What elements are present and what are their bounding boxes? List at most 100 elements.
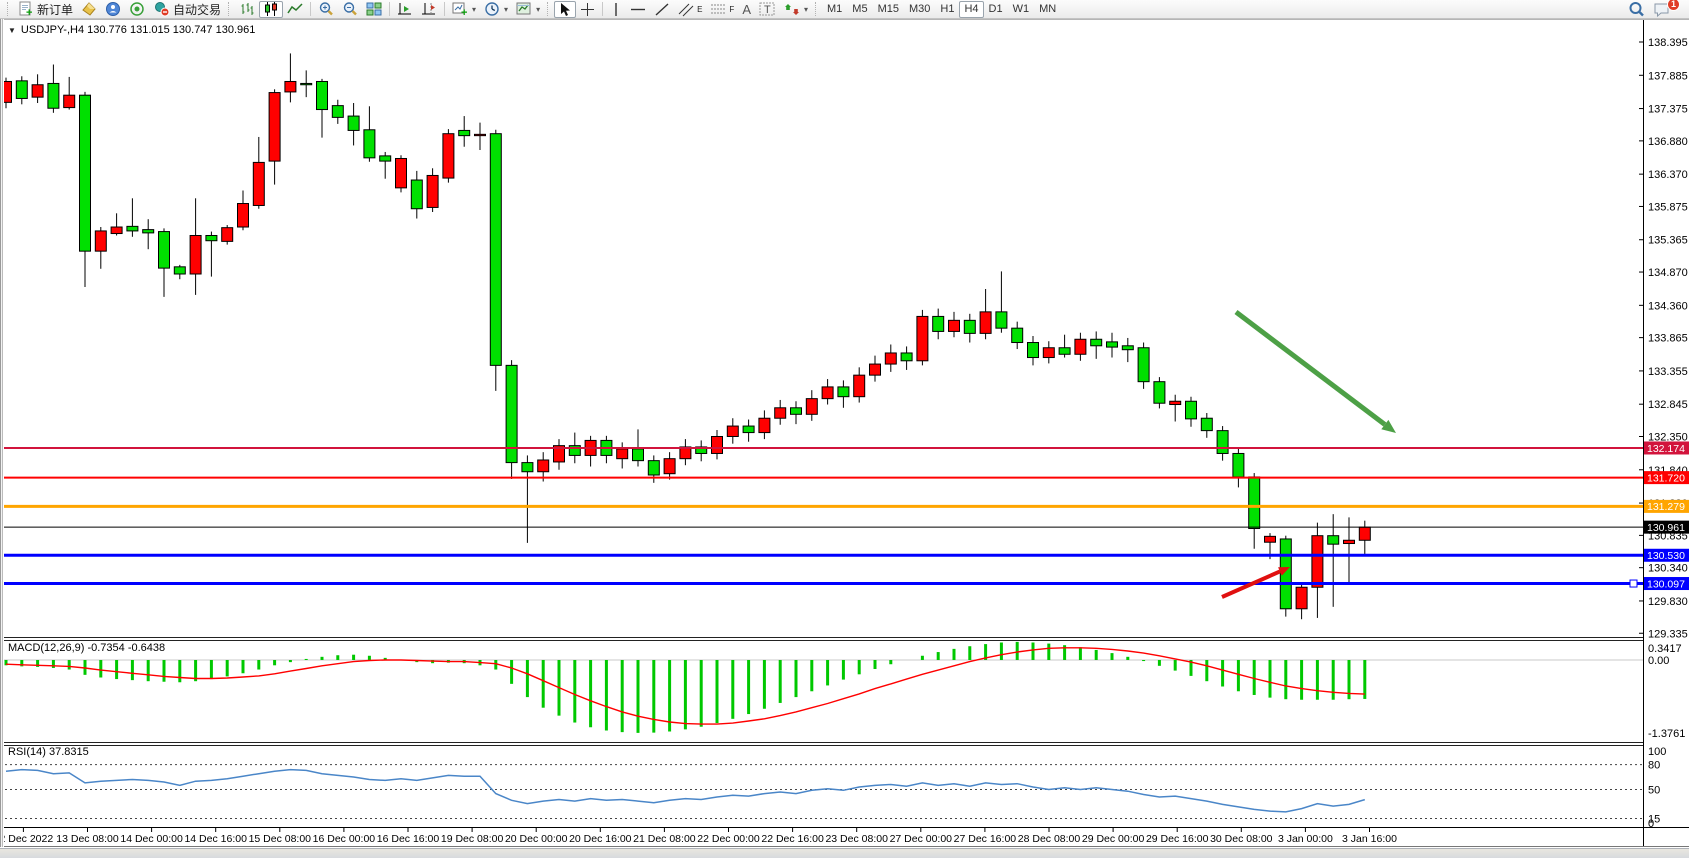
candle[interactable] (1075, 339, 1086, 354)
template-dropdown[interactable]: ▾ (512, 1, 544, 18)
new-chart-dropdown[interactable]: + ▾ (448, 1, 480, 18)
chart-shift-button[interactable] (417, 1, 441, 18)
candle[interactable] (775, 408, 786, 418)
community-button[interactable] (101, 1, 125, 18)
candle[interactable] (1233, 453, 1244, 476)
candle[interactable] (238, 204, 249, 227)
arrows-tool-dropdown[interactable]: ▾ (780, 1, 812, 18)
line-chart-mode-button[interactable] (283, 1, 307, 18)
timeframe-h4-button[interactable]: H4 (959, 1, 983, 18)
candle[interactable] (791, 408, 802, 415)
candle[interactable] (949, 320, 960, 331)
timeframe-m1-button[interactable]: M1 (822, 1, 847, 18)
zoom-out-button[interactable] (338, 1, 362, 18)
candle[interactable] (190, 235, 201, 274)
candle[interactable] (1138, 348, 1149, 382)
fibonacci-tool[interactable]: F (706, 1, 738, 18)
text-label-tool[interactable]: T (755, 1, 780, 18)
timeframe-w1-button[interactable]: W1 (1008, 1, 1035, 18)
candle[interactable] (964, 320, 975, 333)
candle[interactable] (490, 134, 501, 366)
candle[interactable] (664, 459, 675, 474)
autotrade-button[interactable]: 自动交易 (149, 1, 225, 18)
candle[interactable] (933, 316, 944, 331)
candle[interactable] (522, 463, 533, 472)
timeframe-d1-button[interactable]: D1 (984, 1, 1008, 18)
candle[interactable] (285, 81, 296, 91)
candle[interactable] (822, 387, 833, 399)
period-dropdown[interactable]: ▾ (480, 1, 512, 18)
candle[interactable] (1312, 536, 1323, 588)
candle[interactable] (269, 93, 280, 162)
timeframe-m15-button[interactable]: M15 (873, 1, 904, 18)
signals-button[interactable] (125, 1, 149, 18)
candle[interactable] (1249, 477, 1260, 529)
candle[interactable] (648, 461, 659, 475)
price-chart[interactable]: 138.395137.885137.375136.880136.370135.8… (0, 0, 1689, 858)
toolbar-grip[interactable] (228, 2, 232, 16)
line-selection-handle[interactable] (1630, 580, 1637, 587)
candle[interactable] (332, 106, 343, 118)
candle[interactable] (32, 85, 43, 97)
candle[interactable] (980, 312, 991, 334)
vertical-line-tool[interactable] (606, 1, 626, 18)
auto-scroll-button[interactable] (393, 1, 417, 18)
candle[interactable] (838, 387, 849, 397)
candle[interactable] (538, 460, 549, 472)
notifications-button[interactable]: 1 (1649, 1, 1675, 18)
candle[interactable] (1217, 431, 1228, 454)
candle[interactable] (1296, 587, 1307, 609)
candle[interactable] (870, 364, 881, 375)
candle[interactable] (206, 235, 217, 240)
candle[interactable] (1154, 382, 1165, 404)
candle[interactable] (411, 180, 422, 209)
candle[interactable] (996, 312, 1007, 328)
candle[interactable] (1170, 401, 1181, 404)
candle[interactable] (301, 83, 312, 84)
candle[interactable] (1186, 401, 1197, 419)
new-order-button[interactable]: + 新订单 (14, 1, 77, 18)
candle[interactable] (1043, 348, 1054, 358)
candle[interactable] (1201, 418, 1212, 430)
candle[interactable] (159, 232, 170, 269)
candle[interactable] (633, 449, 644, 461)
candle[interactable] (1059, 348, 1070, 355)
bar-chart-mode-button[interactable] (235, 1, 259, 18)
horizontal-line-tool[interactable] (626, 1, 650, 18)
candle[interactable] (364, 130, 375, 158)
candle[interactable] (16, 81, 27, 99)
candle[interactable] (427, 175, 438, 207)
candle[interactable] (712, 436, 723, 453)
candle[interactable] (1359, 527, 1370, 540)
toolbar-grip[interactable] (7, 2, 11, 16)
toolbar-grip[interactable] (547, 2, 551, 16)
tile-windows-button[interactable] (362, 1, 386, 18)
horizontal-scrollbar[interactable] (0, 848, 1689, 858)
candle[interactable] (317, 81, 328, 109)
text-tool[interactable]: A (738, 1, 755, 18)
candle[interactable] (174, 267, 185, 274)
candle[interactable] (396, 158, 407, 187)
history-center-button[interactable] (77, 1, 101, 18)
candle[interactable] (95, 231, 106, 251)
candle[interactable] (1012, 328, 1023, 342)
trendline-tool[interactable] (650, 1, 674, 18)
candlestick-mode-button[interactable] (259, 1, 283, 18)
candle[interactable] (1344, 540, 1355, 543)
candle[interactable] (459, 130, 470, 135)
candle[interactable] (1265, 536, 1276, 542)
timeframe-h1-button[interactable]: H1 (935, 1, 959, 18)
collapse-chart-icon[interactable]: ▼ (8, 26, 16, 35)
candle[interactable] (475, 134, 486, 135)
candle[interactable] (806, 399, 817, 415)
equidistant-channel-tool[interactable]: E (674, 1, 706, 18)
candle[interactable] (64, 95, 75, 107)
candle[interactable] (380, 156, 391, 161)
search-button[interactable] (1624, 1, 1649, 18)
zoom-in-button[interactable] (314, 1, 338, 18)
candle[interactable] (901, 353, 912, 361)
candle[interactable] (617, 449, 628, 459)
candle[interactable] (917, 316, 928, 360)
candle[interactable] (1091, 339, 1102, 346)
candle[interactable] (127, 226, 138, 231)
